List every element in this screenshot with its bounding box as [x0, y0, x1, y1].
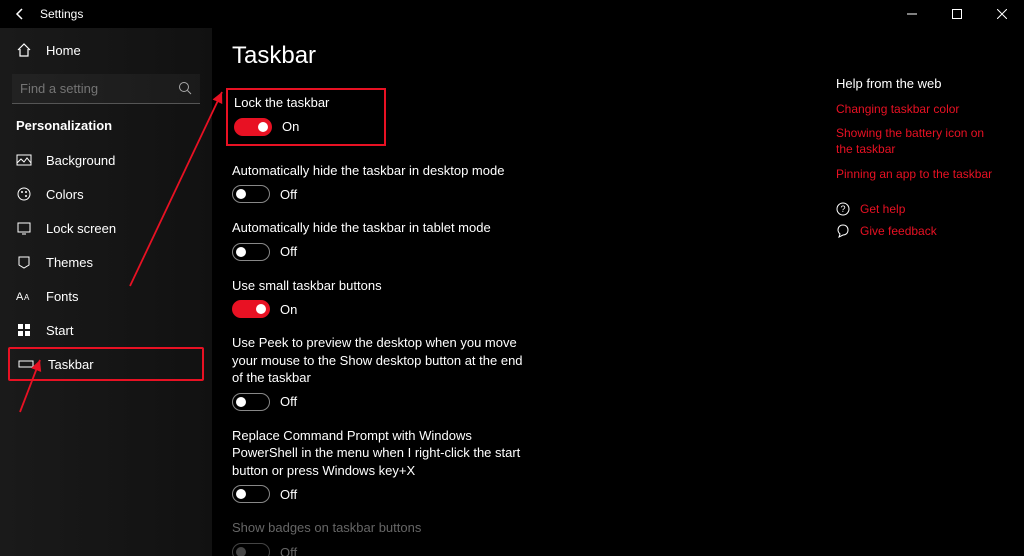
setting-autohide-desktop-label: Automatically hide the taskbar in deskto…: [232, 162, 532, 180]
maximize-icon: [952, 9, 962, 19]
feedback-link[interactable]: Give feedback: [836, 224, 996, 238]
sidebar-item-colors[interactable]: Colors: [0, 177, 212, 211]
feedback-label: Give feedback: [860, 224, 937, 238]
get-help-label: Get help: [860, 202, 905, 216]
sidebar-item-fonts[interactable]: AA Fonts: [0, 279, 212, 313]
fonts-icon: AA: [16, 288, 32, 304]
back-arrow-icon: [13, 7, 27, 21]
setting-small-buttons-label: Use small taskbar buttons: [232, 277, 532, 295]
setting-powershell-label: Replace Command Prompt with Windows Powe…: [232, 427, 532, 480]
help-link-battery[interactable]: Showing the battery icon on the taskbar: [836, 125, 996, 157]
toggle-lock-taskbar[interactable]: [234, 118, 272, 136]
home-label: Home: [46, 43, 81, 58]
taskbar-icon: [18, 356, 34, 372]
toggle-state: Off: [280, 394, 297, 409]
sidebar-item-background[interactable]: Background: [0, 143, 212, 177]
toggle-small-buttons[interactable]: [232, 300, 270, 318]
sidebar-item-label: Colors: [46, 187, 84, 202]
get-help-link[interactable]: ? Get help: [836, 202, 996, 216]
feedback-icon: [836, 224, 850, 238]
setting-badges-label: Show badges on taskbar buttons: [232, 519, 532, 537]
sidebar: Home Personalization Background Colors L…: [0, 28, 212, 556]
page-title: Taskbar: [232, 42, 1024, 70]
toggle-powershell[interactable]: [232, 485, 270, 503]
highlight-lock-taskbar: Lock the taskbar On: [226, 88, 386, 146]
sidebar-item-label: Lock screen: [46, 221, 116, 236]
svg-text:A: A: [16, 291, 24, 303]
help-panel: Help from the web Changing taskbar color…: [836, 76, 996, 246]
image-icon: [16, 152, 32, 168]
sidebar-item-label: Fonts: [46, 289, 79, 304]
palette-icon: [16, 186, 32, 202]
toggle-state: On: [280, 302, 297, 317]
home-icon: [16, 42, 32, 58]
toggle-state: Off: [280, 487, 297, 502]
toggle-autohide-tablet[interactable]: [232, 243, 270, 261]
back-button[interactable]: [0, 7, 40, 21]
sidebar-item-themes[interactable]: Themes: [0, 245, 212, 279]
toggle-state: Off: [280, 244, 297, 259]
home-link[interactable]: Home: [0, 34, 212, 66]
svg-text:?: ?: [841, 204, 846, 214]
sidebar-item-label: Background: [46, 153, 115, 168]
toggle-autohide-desktop[interactable]: [232, 185, 270, 203]
setting-lock-taskbar-label: Lock the taskbar: [234, 94, 374, 112]
help-title: Help from the web: [836, 76, 996, 91]
minimize-button[interactable]: [889, 0, 934, 28]
help-link-color[interactable]: Changing taskbar color: [836, 101, 996, 117]
close-button[interactable]: [979, 0, 1024, 28]
toggle-state: On: [282, 119, 299, 134]
toggle-state: Off: [280, 187, 297, 202]
search-box[interactable]: [12, 74, 200, 104]
sidebar-item-lockscreen[interactable]: Lock screen: [0, 211, 212, 245]
svg-text:A: A: [24, 293, 30, 302]
setting-autohide-tablet-label: Automatically hide the taskbar in tablet…: [232, 219, 532, 237]
sidebar-item-label: Start: [46, 323, 73, 338]
start-icon: [16, 322, 32, 338]
toggle-state: Off: [280, 545, 297, 556]
toggle-badges: [232, 543, 270, 556]
setting-peek-label: Use Peek to preview the desktop when you…: [232, 334, 532, 387]
sidebar-item-label: Themes: [46, 255, 93, 270]
minimize-icon: [907, 9, 917, 19]
themes-icon: [16, 254, 32, 270]
sidebar-item-taskbar[interactable]: Taskbar: [8, 347, 204, 381]
maximize-button[interactable]: [934, 0, 979, 28]
help-link-pin[interactable]: Pinning an app to the taskbar: [836, 166, 996, 182]
sidebar-item-label: Taskbar: [48, 357, 94, 372]
help-icon: ?: [836, 202, 850, 216]
toggle-peek[interactable]: [232, 393, 270, 411]
titlebar-title: Settings: [40, 7, 83, 21]
search-icon: [178, 81, 192, 95]
lockscreen-icon: [16, 220, 32, 236]
close-icon: [997, 9, 1007, 19]
sidebar-item-start[interactable]: Start: [0, 313, 212, 347]
search-input[interactable]: [12, 74, 200, 104]
content-area: Taskbar Lock the taskbar On Automaticall…: [212, 28, 1024, 556]
sidebar-section-title: Personalization: [0, 118, 212, 143]
